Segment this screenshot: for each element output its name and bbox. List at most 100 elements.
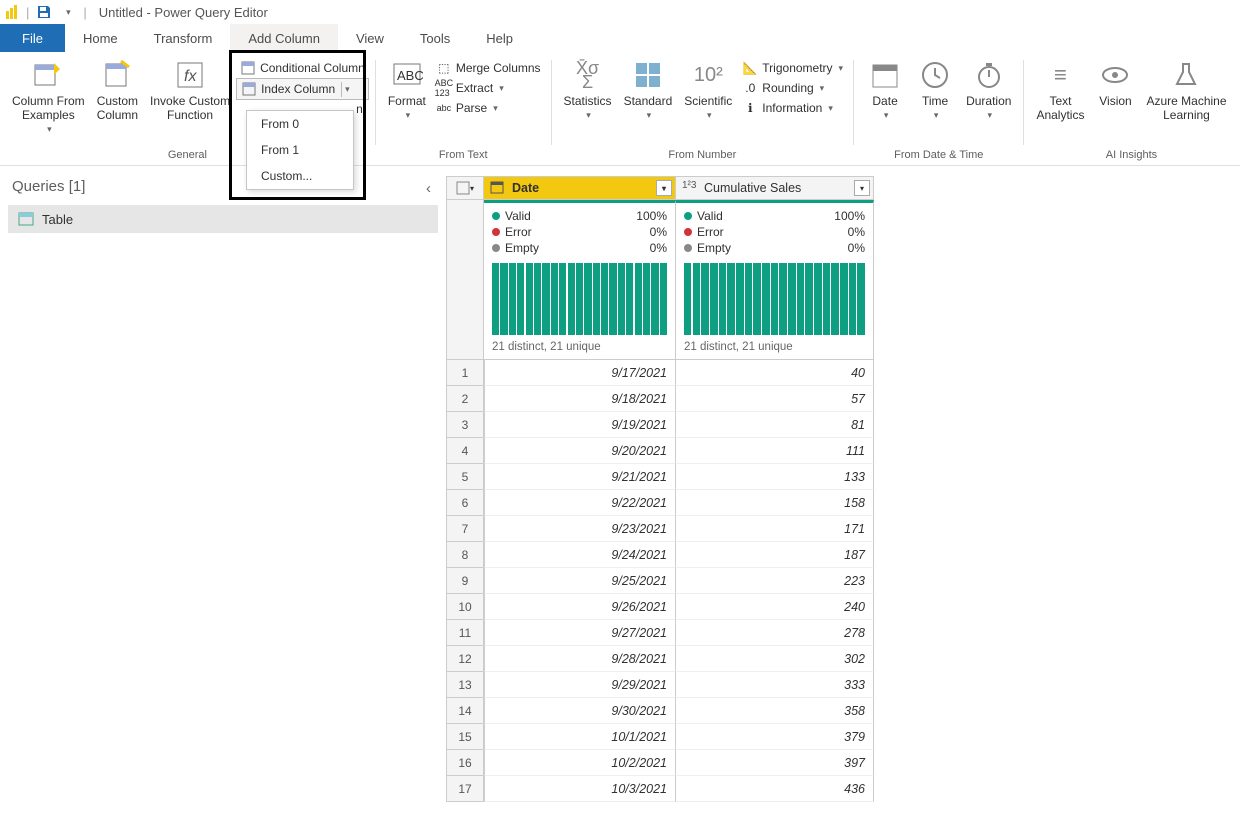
- column-filter-dropdown[interactable]: ▾: [656, 180, 672, 196]
- row-number[interactable]: 7: [446, 516, 484, 542]
- select-all-corner[interactable]: ▾: [446, 176, 484, 200]
- cell-sales[interactable]: 171: [676, 516, 874, 542]
- extract-button[interactable]: ABC123Extract▾: [432, 78, 545, 98]
- tab-home[interactable]: Home: [65, 24, 136, 52]
- table-row[interactable]: 139/29/2021333: [446, 672, 1240, 698]
- cell-sales[interactable]: 358: [676, 698, 874, 724]
- tab-file[interactable]: File: [0, 24, 65, 52]
- azure-ml-button[interactable]: Azure Machine Learning: [1140, 56, 1232, 124]
- tab-view[interactable]: View: [338, 24, 402, 52]
- cell-sales[interactable]: 40: [676, 360, 874, 386]
- statistics-button[interactable]: X̄σΣStatistics▾: [558, 56, 618, 124]
- row-number[interactable]: 9: [446, 568, 484, 594]
- qat-dropdown[interactable]: ▾: [59, 3, 77, 21]
- table-row[interactable]: 29/18/202157: [446, 386, 1240, 412]
- row-number[interactable]: 10: [446, 594, 484, 620]
- index-from-1[interactable]: From 1: [247, 137, 353, 163]
- collapse-panel-button[interactable]: ‹: [426, 180, 431, 197]
- rounding-button[interactable]: .0Rounding▾: [738, 78, 847, 98]
- table-row[interactable]: 109/26/2021240: [446, 594, 1240, 620]
- cell-date[interactable]: 10/2/2021: [484, 750, 676, 776]
- table-row[interactable]: 89/24/2021187: [446, 542, 1240, 568]
- row-number[interactable]: 15: [446, 724, 484, 750]
- cell-date[interactable]: 9/20/2021: [484, 438, 676, 464]
- table-row[interactable]: 1710/3/2021436: [446, 776, 1240, 802]
- cell-date[interactable]: 9/18/2021: [484, 386, 676, 412]
- information-button[interactable]: ℹInformation▾: [738, 98, 847, 118]
- cell-date[interactable]: 9/28/2021: [484, 646, 676, 672]
- cell-sales[interactable]: 302: [676, 646, 874, 672]
- cell-sales[interactable]: 111: [676, 438, 874, 464]
- standard-button[interactable]: Standard▾: [618, 56, 679, 124]
- tab-tools[interactable]: Tools: [402, 24, 468, 52]
- table-row[interactable]: 69/22/2021158: [446, 490, 1240, 516]
- cell-date[interactable]: 9/19/2021: [484, 412, 676, 438]
- duration-button[interactable]: Duration▾: [960, 56, 1017, 124]
- table-row[interactable]: 149/30/2021358: [446, 698, 1240, 724]
- cell-sales[interactable]: 379: [676, 724, 874, 750]
- column-header-date[interactable]: Date ▾: [484, 176, 676, 200]
- column-filter-dropdown[interactable]: ▾: [854, 180, 870, 196]
- row-number[interactable]: 8: [446, 542, 484, 568]
- cell-date[interactable]: 10/3/2021: [484, 776, 676, 802]
- row-number[interactable]: 3: [446, 412, 484, 438]
- cell-date[interactable]: 9/25/2021: [484, 568, 676, 594]
- table-row[interactable]: 99/25/2021223: [446, 568, 1240, 594]
- text-analytics-button[interactable]: ≡Text Analytics: [1030, 56, 1090, 124]
- tab-add-column[interactable]: Add Column: [230, 24, 338, 52]
- tab-help[interactable]: Help: [468, 24, 531, 52]
- row-number[interactable]: 14: [446, 698, 484, 724]
- table-row[interactable]: 49/20/2021111: [446, 438, 1240, 464]
- row-number[interactable]: 4: [446, 438, 484, 464]
- query-item-table[interactable]: Table: [8, 205, 438, 233]
- row-number[interactable]: 11: [446, 620, 484, 646]
- cell-sales[interactable]: 187: [676, 542, 874, 568]
- save-button[interactable]: [35, 3, 53, 21]
- time-button[interactable]: Time▾: [910, 56, 960, 124]
- cell-date[interactable]: 9/23/2021: [484, 516, 676, 542]
- index-column-button[interactable]: Index Column ▾: [236, 78, 369, 100]
- row-number[interactable]: 1: [446, 360, 484, 386]
- table-row[interactable]: 1610/2/2021397: [446, 750, 1240, 776]
- table-row[interactable]: 79/23/2021171: [446, 516, 1240, 542]
- table-row[interactable]: 1510/1/2021379: [446, 724, 1240, 750]
- row-number[interactable]: 17: [446, 776, 484, 802]
- cell-sales[interactable]: 436: [676, 776, 874, 802]
- parse-button[interactable]: abcParse▾: [432, 98, 545, 118]
- trigonometry-button[interactable]: 📐Trigonometry▾: [738, 58, 847, 78]
- row-number[interactable]: 6: [446, 490, 484, 516]
- index-custom[interactable]: Custom...: [247, 163, 353, 189]
- column-from-examples-button[interactable]: Column From Examples ▾: [6, 56, 91, 138]
- table-row[interactable]: 129/28/2021302: [446, 646, 1240, 672]
- row-number[interactable]: 13: [446, 672, 484, 698]
- cell-sales[interactable]: 158: [676, 490, 874, 516]
- cell-sales[interactable]: 81: [676, 412, 874, 438]
- conditional-column-button[interactable]: Conditional Column: [236, 58, 369, 78]
- cell-date[interactable]: 9/21/2021: [484, 464, 676, 490]
- cell-date[interactable]: 9/17/2021: [484, 360, 676, 386]
- tab-transform[interactable]: Transform: [136, 24, 231, 52]
- chevron-down-icon[interactable]: ▾: [341, 82, 353, 97]
- index-from-0[interactable]: From 0: [247, 111, 353, 137]
- table-row[interactable]: 119/27/2021278: [446, 620, 1240, 646]
- cell-date[interactable]: 9/30/2021: [484, 698, 676, 724]
- cell-sales[interactable]: 333: [676, 672, 874, 698]
- row-number[interactable]: 2: [446, 386, 484, 412]
- custom-column-button[interactable]: Custom Column: [91, 56, 144, 124]
- scientific-button[interactable]: 10²Scientific▾: [678, 56, 738, 124]
- vision-button[interactable]: Vision: [1090, 56, 1140, 110]
- row-number[interactable]: 16: [446, 750, 484, 776]
- row-number[interactable]: 5: [446, 464, 484, 490]
- table-row[interactable]: 39/19/202181: [446, 412, 1240, 438]
- cell-date[interactable]: 10/1/2021: [484, 724, 676, 750]
- cell-date[interactable]: 9/26/2021: [484, 594, 676, 620]
- cell-sales[interactable]: 57: [676, 386, 874, 412]
- date-button[interactable]: Date▾: [860, 56, 910, 124]
- table-row[interactable]: 59/21/2021133: [446, 464, 1240, 490]
- table-row[interactable]: 19/17/202140: [446, 360, 1240, 386]
- cell-sales[interactable]: 223: [676, 568, 874, 594]
- merge-columns-button[interactable]: ⬚Merge Columns: [432, 58, 545, 78]
- cell-sales[interactable]: 240: [676, 594, 874, 620]
- cell-date[interactable]: 9/22/2021: [484, 490, 676, 516]
- cell-date[interactable]: 9/27/2021: [484, 620, 676, 646]
